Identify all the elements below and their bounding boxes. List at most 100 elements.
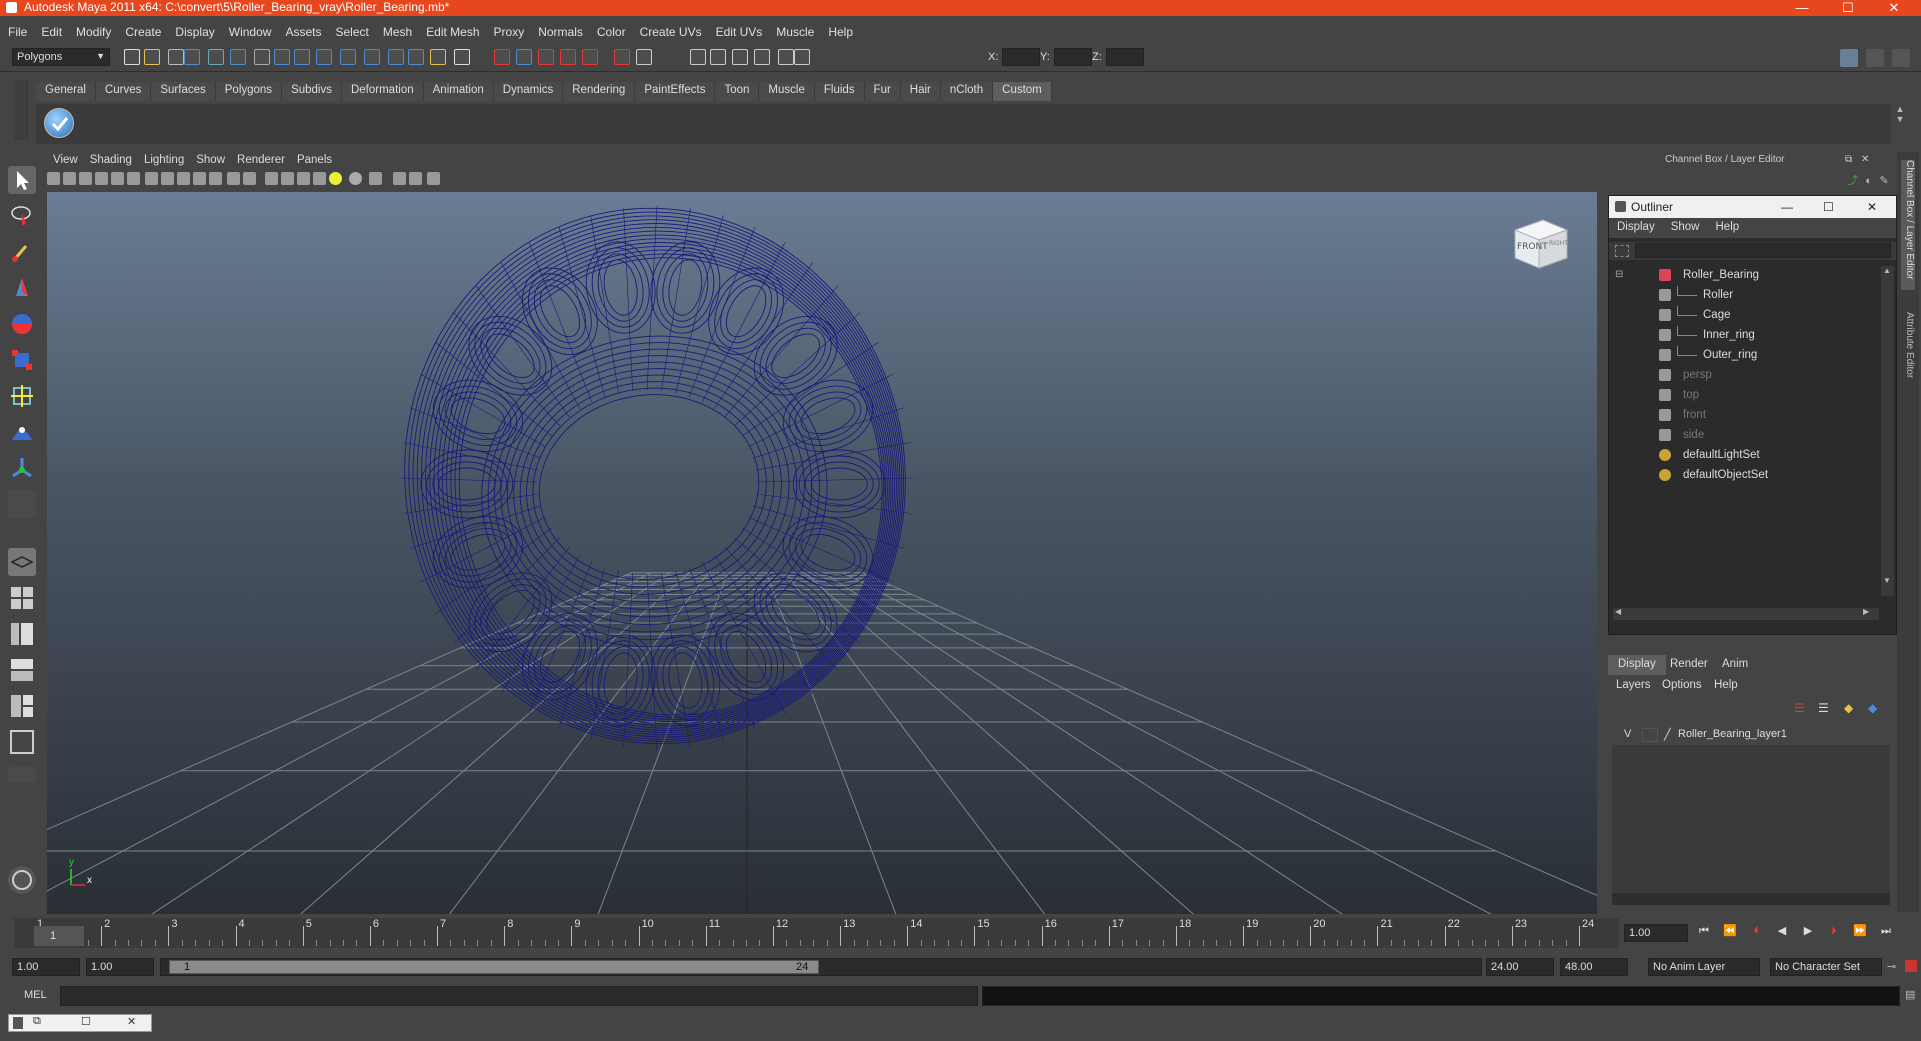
- close-button[interactable]: ✕: [1876, 0, 1912, 16]
- attribute-editor-toggle-icon[interactable]: [1866, 49, 1884, 67]
- menu-assets[interactable]: Assets: [277, 22, 327, 39]
- render-icon[interactable]: [494, 49, 510, 65]
- go-to-end-icon[interactable]: ⏭: [1875, 922, 1897, 940]
- y-field[interactable]: [1054, 48, 1092, 66]
- script-editor-icon[interactable]: [8, 866, 36, 894]
- lock-icon[interactable]: ◐: [1865, 175, 1872, 187]
- shelf-tab-painteffects[interactable]: PaintEffects: [635, 82, 716, 101]
- outliner-titlebar[interactable]: Outliner — ☐ ✕: [1609, 196, 1896, 218]
- select-component-icon[interactable]: [230, 49, 246, 65]
- outliner-item[interactable]: persp: [1609, 366, 1879, 384]
- outliner-v-scrollbar[interactable]: ▲ ▼: [1881, 266, 1894, 596]
- move-down-icon[interactable]: ◆: [1868, 701, 1877, 715]
- current-frame-marker[interactable]: 1: [34, 926, 84, 946]
- outliner-item[interactable]: Cage: [1609, 306, 1879, 324]
- layer-menu-help[interactable]: Help: [1714, 679, 1738, 691]
- lasso-tool-icon[interactable]: [8, 202, 36, 230]
- outliner-item[interactable]: side: [1609, 426, 1879, 444]
- render-view-icon[interactable]: [582, 49, 598, 65]
- outliner-menu-display[interactable]: Display: [1609, 218, 1663, 233]
- shelf-tab-polygons[interactable]: Polygons: [215, 82, 283, 101]
- maximize-button[interactable]: ☐: [1830, 0, 1866, 16]
- menu-select[interactable]: Select: [327, 22, 374, 39]
- shelf-tab-rendering[interactable]: Rendering: [563, 82, 636, 101]
- soft-modification-icon[interactable]: [8, 418, 36, 446]
- layer-menu-layers[interactable]: Layers: [1616, 679, 1651, 691]
- minimize-button[interactable]: —: [1784, 0, 1820, 16]
- viewport-menu-renderer[interactable]: Renderer: [231, 154, 291, 166]
- playback-end-field[interactable]: 24.00: [1486, 958, 1554, 976]
- maximize-icon[interactable]: ☐: [81, 1015, 91, 1028]
- snap-surface-icon[interactable]: [364, 49, 380, 65]
- panel-layout-icon[interactable]: [1840, 49, 1858, 67]
- viewport-menu-lighting[interactable]: Lighting: [138, 154, 190, 166]
- outliner-item[interactable]: top: [1609, 386, 1879, 404]
- paint-select-tool-icon[interactable]: [8, 238, 36, 266]
- move-xyz-icon[interactable]: [794, 49, 810, 65]
- resolution-gate-icon[interactable]: [177, 172, 190, 185]
- outliner-item[interactable]: front: [1609, 406, 1879, 424]
- go-to-start-icon[interactable]: ⏮: [1693, 922, 1715, 940]
- attribute-editor-side-tab[interactable]: Attribute Editor: [1901, 312, 1915, 392]
- new-scene-icon[interactable]: [124, 49, 140, 65]
- outliner-menu-show[interactable]: Show: [1663, 218, 1708, 233]
- restore-icon[interactable]: ⧉: [33, 1015, 41, 1028]
- modeling-toolkit-icon[interactable]: [636, 49, 652, 65]
- menu-proxy[interactable]: Proxy: [486, 22, 531, 39]
- layer-template-toggle[interactable]: [1642, 728, 1658, 742]
- viewport-menu-show[interactable]: Show: [190, 154, 231, 166]
- snap-grid-icon[interactable]: [274, 49, 290, 65]
- mel-label[interactable]: MEL: [24, 989, 47, 1001]
- shelf-tab-curves[interactable]: Curves: [95, 82, 152, 101]
- shelf-tab-ncloth[interactable]: nCloth: [940, 82, 994, 101]
- shelf-tab-toon[interactable]: Toon: [715, 82, 760, 101]
- step-forward-key-icon[interactable]: ⏩: [1849, 922, 1871, 940]
- outliner-item[interactable]: Inner_ring: [1609, 326, 1879, 344]
- shelf-tab-dynamics[interactable]: Dynamics: [493, 82, 564, 101]
- minimized-window[interactable]: ⧉ ☐ ✕: [8, 1014, 152, 1032]
- filter-select-icon[interactable]: [254, 49, 270, 65]
- keyframe-icon[interactable]: ⤴: [1847, 175, 1858, 187]
- outliner-item[interactable]: Outer_ring: [1609, 346, 1879, 364]
- edit-icon[interactable]: ✎: [1879, 175, 1888, 187]
- smooth-shade-icon[interactable]: [281, 172, 294, 185]
- sequence-icon[interactable]: [778, 49, 794, 65]
- select-hierarchy-icon[interactable]: [184, 49, 200, 65]
- camera-attributes-icon[interactable]: [63, 172, 76, 185]
- camera-icon[interactable]: [710, 49, 726, 65]
- shelf-tab-muscle[interactable]: Muscle: [759, 82, 815, 101]
- menu-mesh[interactable]: Mesh: [375, 22, 418, 39]
- gate-mask-icon[interactable]: [193, 172, 206, 185]
- snap-plane-icon[interactable]: [340, 49, 356, 65]
- layout-more-icon[interactable]: [8, 767, 36, 783]
- x-field[interactable]: [1002, 48, 1040, 66]
- menu-muscle[interactable]: Muscle: [768, 22, 820, 39]
- xray-icon[interactable]: [393, 172, 406, 185]
- scale-tool-icon[interactable]: [8, 346, 36, 374]
- collapse-icon[interactable]: ⊟: [1615, 266, 1623, 284]
- step-back-key-icon[interactable]: ⏪: [1719, 922, 1741, 940]
- save-scene-icon[interactable]: [168, 49, 184, 65]
- scroll-up-icon[interactable]: ▲: [1883, 266, 1891, 275]
- step-back-frame-icon[interactable]: ⏴: [1745, 922, 1767, 940]
- textured-icon[interactable]: [297, 172, 310, 185]
- animation-preferences-icon[interactable]: [1905, 960, 1917, 972]
- filter-icon[interactable]: [1615, 245, 1629, 257]
- shelf-tab-animation[interactable]: Animation: [423, 82, 494, 101]
- shelf-tab-fluids[interactable]: Fluids: [814, 82, 865, 101]
- menu-display[interactable]: Display: [167, 22, 220, 39]
- xray-joints-icon[interactable]: [409, 172, 422, 185]
- mode-select[interactable]: Polygons ▼: [12, 48, 110, 66]
- layer-menu-options[interactable]: Options: [1662, 679, 1702, 691]
- outliner-item[interactable]: defaultLightSet: [1609, 446, 1879, 464]
- shelf-grip[interactable]: [14, 80, 28, 140]
- snap-point-icon[interactable]: [316, 49, 332, 65]
- menu-edit[interactable]: Edit: [33, 22, 68, 39]
- single-perspective-layout-icon[interactable]: [8, 548, 36, 576]
- perspective-viewport[interactable]: FRONT RIGHT y x: [47, 192, 1597, 914]
- outliner-item[interactable]: ⊟ Roller_Bearing: [1609, 266, 1879, 284]
- shelf-tab-general[interactable]: General: [36, 82, 96, 101]
- hypershade-layout-icon[interactable]: [8, 692, 36, 720]
- time-slider[interactable]: 1 2 3 4 5 6 7 8 9 10 11 12 13 14 15 16 17 18 19 20 21 22 23 24 1: [14, 918, 1619, 948]
- outliner-h-scrollbar[interactable]: ◀ ▶: [1613, 607, 1879, 620]
